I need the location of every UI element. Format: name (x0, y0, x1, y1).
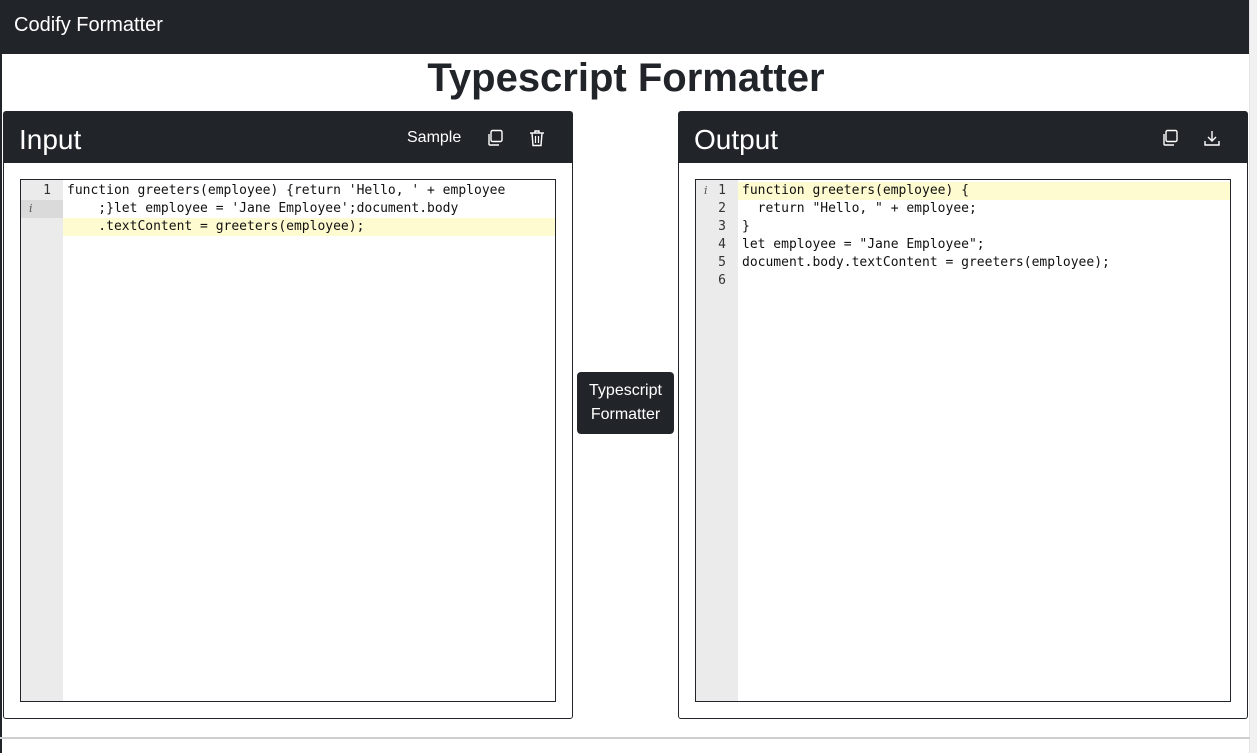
download-icon (1204, 131, 1220, 146)
output-panel-header: Output (679, 112, 1247, 163)
navbar: Codify Formatter (0, 0, 1257, 54)
navbar-brand[interactable]: Codify Formatter (14, 14, 163, 37)
input-clear-button[interactable] (526, 126, 548, 150)
output-line-number: 6 (718, 273, 726, 288)
output-panel: Output i 1 2 3 4 5 6 function greeters(e… (678, 111, 1248, 719)
output-line-number: 2 (718, 201, 726, 216)
output-code-line: return "Hello, " + employee; (742, 201, 977, 216)
input-code-line: function greeters(employee) {return 'Hel… (67, 183, 506, 198)
input-panel-header: Input Sample (4, 112, 572, 163)
output-line-number: 1 (718, 183, 726, 198)
input-gutter-active (21, 200, 63, 218)
output-editor[interactable]: i 1 2 3 4 5 6 function greeters(employee… (695, 179, 1231, 702)
output-line-number: 3 (718, 219, 726, 234)
output-code-line: document.body.textContent = greeters(emp… (742, 255, 1110, 270)
output-code-line: let employee = "Jane Employee"; (742, 237, 985, 252)
input-panel: Input Sample 1 i function greeters(emplo… (3, 111, 573, 719)
format-button[interactable]: Typescript Formatter (577, 372, 674, 434)
input-code-line: .textContent = greeters(employee); (67, 219, 365, 234)
input-copy-button[interactable] (484, 126, 506, 150)
output-code-line: function greeters(employee) { (742, 183, 969, 198)
output-download-button[interactable] (1201, 126, 1223, 150)
input-line-number: 1 (43, 183, 51, 198)
page-title: Typescript Formatter (427, 56, 825, 100)
output-code-line (742, 272, 1230, 290)
input-code-line: ;}let employee = 'Jane Employee';documen… (67, 201, 459, 216)
output-code-line: } (742, 219, 750, 234)
sample-button[interactable]: Sample (407, 126, 461, 150)
input-editor[interactable]: 1 i function greeters(employee) {return … (20, 179, 556, 702)
info-marker: i (29, 202, 33, 215)
output-panel-title: Output (694, 124, 779, 155)
footer-divider (0, 737, 1250, 739)
output-copy-button[interactable] (1159, 126, 1181, 150)
trash-icon (530, 130, 544, 147)
copy-icon (1163, 129, 1178, 146)
format-button-line1: Typescript (589, 382, 662, 399)
page-left-border (0, 0, 2, 753)
page-scrollbar[interactable] (1249, 0, 1257, 753)
format-button-line2: Formatter (590, 406, 661, 423)
output-line-number: 5 (718, 255, 726, 270)
output-line-number: 4 (718, 237, 726, 252)
input-gutter (21, 180, 63, 701)
copy-icon (488, 129, 503, 146)
input-panel-title: Input (19, 124, 82, 155)
